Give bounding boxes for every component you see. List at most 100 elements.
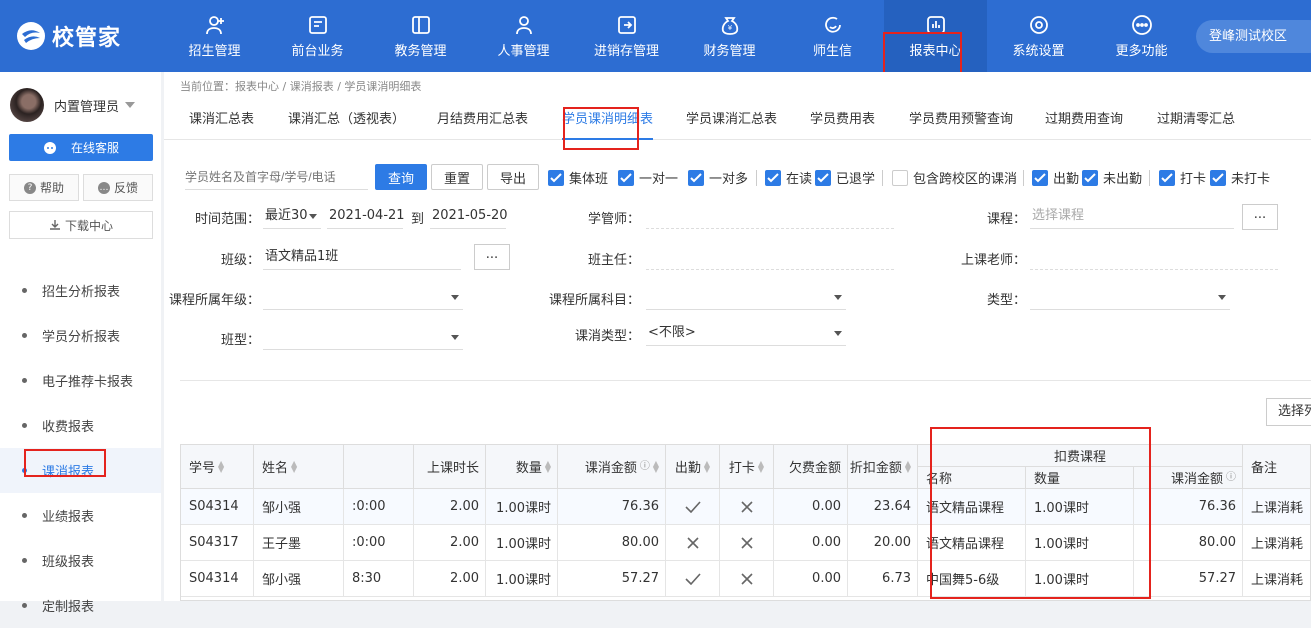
head-teacher-input[interactable] [646, 244, 894, 270]
nav-label: 招生管理 [188, 43, 241, 59]
cell-discount: 6.73 [848, 561, 918, 597]
checkbox-studying[interactable]: 在读 [765, 168, 812, 187]
header-label: 课消金额 [1170, 472, 1223, 487]
nav-label: 师生信 [812, 43, 852, 59]
search-input[interactable] [185, 164, 368, 190]
header-name[interactable]: 姓名 ▲ ▼ [254, 445, 344, 489]
nav-more[interactable]: 更多功能 [1090, 0, 1193, 72]
nav-finance[interactable]: ¥ 财务管理 [678, 0, 781, 72]
download-center-button[interactable]: 下载中心 [9, 211, 153, 239]
menu-item-enrollment-report[interactable]: 招生分析报表 [0, 268, 161, 313]
cell-duration: 2.00 [414, 561, 486, 597]
menu-item-class-report[interactable]: 班级报表 [0, 538, 161, 583]
checkbox-withdrawn[interactable]: 已退学 [815, 168, 875, 187]
checkbox-group-class[interactable]: 集体班 [548, 168, 608, 187]
class-input[interactable]: 语文精品1班 [263, 244, 461, 270]
user-menu[interactable]: 内置管理员 [10, 88, 136, 122]
header-remark[interactable]: 备注 [1243, 445, 1310, 489]
teacher-label: 上课老师： [960, 253, 1026, 268]
nav-front-desk[interactable]: 前台业务 [266, 0, 369, 72]
menu-item-student-report[interactable]: 学员分析报表 [0, 313, 161, 358]
teacher-input[interactable] [1030, 244, 1278, 270]
menu-item-label: 学员分析报表 [42, 330, 121, 345]
header-deduct-group: 扣费课程 [918, 445, 1243, 467]
course-input[interactable]: 选择课程 [1030, 203, 1234, 229]
header-deduct-amount[interactable]: 课消金额 ⓘ [1134, 467, 1243, 489]
help-button[interactable]: ? 帮助 [9, 174, 79, 201]
header-duration[interactable]: 上课时长 [414, 445, 486, 489]
course-picker-button[interactable]: ... [1242, 204, 1278, 230]
tab-consumption-pivot[interactable]: 课消汇总（透视表） [288, 100, 405, 140]
nav-inventory[interactable]: 进销存管理 [575, 0, 678, 72]
menu-item-fee-report[interactable]: 收费报表 [0, 403, 161, 448]
header-checkin[interactable]: 打卡 ▲ ▼ [720, 445, 774, 489]
checkbox-checked-icon [1032, 169, 1048, 186]
header-deduct-qty[interactable]: 数量 [1026, 467, 1134, 489]
divider [180, 380, 1311, 381]
consume-type-select[interactable]: <不限> [646, 320, 846, 346]
time-range-select[interactable]: 最近30 [263, 203, 321, 229]
nav-academic[interactable]: 教务管理 [369, 0, 472, 72]
online-service-button[interactable]: 在线客服 [9, 134, 153, 161]
select-columns-button[interactable]: 选择列 [1266, 398, 1311, 426]
tab-student-consumption-detail[interactable]: 学员课消明细表 [562, 100, 654, 140]
header-amount[interactable]: 课消金额 ⓘ ▲ ▼ [558, 445, 666, 489]
export-button[interactable]: 导出 [487, 164, 539, 190]
nav-reports[interactable]: 报表中心 [884, 0, 987, 72]
grade-select[interactable] [263, 284, 463, 310]
menu-item-referral-report[interactable]: 电子推荐卡报表 [0, 358, 161, 403]
header-owed[interactable]: 欠费金额 [774, 445, 848, 489]
checkbox-checked-icon [1082, 169, 1098, 186]
course-label: 课程： [986, 212, 1026, 227]
header-deduct-name[interactable]: 名称 [918, 467, 1026, 489]
menu-item-performance-report[interactable]: 业绩报表 [0, 493, 161, 538]
header-label: 出勤 [674, 461, 701, 476]
checkbox-one-to-many[interactable]: 一对多 [688, 168, 748, 187]
checkbox-label: 包含跨校区的课消 [913, 172, 1018, 187]
checkbox-one-on-one[interactable]: 一对一 [618, 168, 678, 187]
feedback-label: 反馈 [113, 181, 138, 195]
class-type-select[interactable] [263, 324, 463, 350]
app-logo[interactable]: 校管家 [16, 18, 121, 54]
date-to-input[interactable]: 2021-05-20 [430, 203, 508, 229]
tab-monthly-fee-summary[interactable]: 月结费用汇总表 [437, 100, 528, 140]
download-icon [49, 220, 60, 230]
nav-hr[interactable]: 人事管理 [472, 0, 575, 72]
reset-button[interactable]: 重置 [431, 164, 483, 190]
chevron-down-icon [451, 295, 459, 300]
checkbox-checked-in[interactable]: 打卡 [1159, 168, 1206, 187]
tab-student-fee[interactable]: 学员费用表 [810, 100, 875, 140]
tab-student-consumption-summary[interactable]: 学员课消汇总表 [686, 100, 777, 140]
tab-expired-fee[interactable]: 过期费用查询 [1045, 100, 1123, 140]
feedback-icon: … [97, 181, 110, 194]
desk-icon [308, 15, 327, 34]
date-from-input[interactable]: 2021-04-21 [327, 203, 405, 229]
nav-enrollment[interactable]: 招生管理 [163, 0, 266, 72]
header-quantity[interactable]: 数量 ▲ ▼ [486, 445, 558, 489]
nav-messages[interactable]: 师生信 [781, 0, 884, 72]
tab-fee-warning[interactable]: 学员费用预警查询 [909, 100, 1013, 140]
type-select[interactable] [1030, 284, 1230, 310]
header-discount[interactable]: 折扣金额 ▲ ▼ [848, 445, 918, 489]
menu-item-custom-report[interactable]: 定制报表 [0, 583, 161, 628]
campus-selector[interactable]: 登峰测试校区 [1196, 20, 1311, 53]
nav-label: 系统设置 [1012, 43, 1065, 59]
checkbox-absent[interactable]: 未出勤 [1082, 168, 1142, 187]
checkbox-not-checked-in[interactable]: 未打卡 [1210, 168, 1270, 187]
header-attend[interactable]: 出勤 ▲ ▼ [666, 445, 720, 489]
nav-settings[interactable]: 系统设置 [987, 0, 1090, 72]
divider [1149, 170, 1150, 186]
menu-item-consumption-report[interactable]: 课消报表 [0, 448, 161, 493]
header-student-no[interactable]: 学号 ▲ ▼ [181, 445, 254, 489]
tab-expired-clear[interactable]: 过期清零汇总 [1157, 100, 1235, 140]
subject-select[interactable] [646, 284, 846, 310]
tab-consumption-summary[interactable]: 课消汇总表 [189, 100, 254, 140]
advisor-input[interactable] [646, 203, 894, 229]
class-picker-button[interactable]: ... [474, 244, 510, 270]
checkbox-cross-campus[interactable]: 包含跨校区的课消 [892, 168, 1017, 187]
checkbox-attended[interactable]: 出勤 [1032, 168, 1079, 187]
checkbox-unchecked-icon [892, 169, 908, 186]
feedback-button[interactable]: … 反馈 [83, 174, 153, 201]
query-button[interactable]: 查询 [375, 164, 427, 190]
checkbox-label: 出勤 [1053, 172, 1080, 187]
